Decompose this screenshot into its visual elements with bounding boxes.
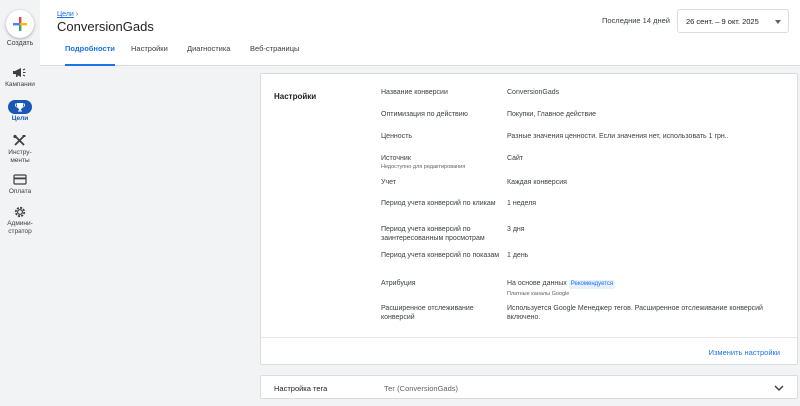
rail-item-label: Инстру- менты (8, 149, 32, 164)
date-range-value: 26 сент. – 9 окт. 2025 (686, 17, 759, 26)
tab-diagnostics[interactable]: Диагностика (187, 44, 230, 66)
setting-value: 3 дня (507, 226, 525, 233)
attribution-subvalue: Платные каналы Google (507, 291, 570, 297)
card-footer: Изменить настройки (261, 337, 797, 365)
megaphone-icon (13, 68, 26, 77)
rail-item-admin[interactable]: Админи- стратор (0, 205, 40, 236)
create-label: Создать (6, 40, 34, 47)
rail-item-tools[interactable]: Инстру- менты (0, 134, 40, 165)
active-pill (8, 100, 32, 114)
setting-key: Учет (381, 179, 396, 186)
setting-key: Период учета конверсий по показам (381, 252, 500, 259)
credit-card-icon (13, 174, 27, 185)
breadcrumb-goals-link[interactable]: Цели (57, 11, 74, 18)
chevron-down-icon[interactable] (774, 384, 784, 392)
trophy-icon (15, 103, 25, 112)
setting-value: 1 день (507, 252, 529, 259)
create-button[interactable] (6, 10, 34, 38)
setting-value: Разные значения ценности. Если значения … (507, 133, 729, 140)
tools-icon (13, 134, 26, 146)
setting-key: Источник Недоступно для редактирования (381, 154, 506, 171)
setting-key: Период учета конверсий по заинтересованн… (381, 226, 485, 242)
setting-value: Покупки, Главное действие (507, 111, 597, 118)
left-rail: Создать Кампании Цели Инстру- менты Опла… (0, 0, 40, 406)
tag-setup-label: Настройка тега (274, 384, 328, 393)
rail-item-label: Админи- стратор (7, 220, 33, 235)
edit-settings-link[interactable]: Изменить настройки (709, 348, 780, 357)
dropdown-caret-icon (775, 20, 781, 24)
setting-key: Атрибуция (381, 280, 416, 287)
recommended-badge: Рекомендуется (568, 280, 616, 289)
tag-setup-value: Тег (ConversionGads) (384, 384, 459, 393)
setting-value: На основе данных Рекомендуется Платные ка… (507, 279, 767, 298)
tab-web-pages[interactable]: Веб-страницы (250, 44, 299, 66)
setting-value: 1 неделя (507, 200, 537, 207)
settings-section-title: Настройки (274, 92, 317, 101)
setting-value: Используется Google Менеджер тегов. Расш… (507, 305, 763, 321)
setting-key: Название конверсии (381, 89, 448, 96)
setting-key-note: Недоступно для редактирования (381, 164, 466, 170)
setting-key: Ценность (381, 133, 413, 140)
rail-item-goals[interactable]: Цели (0, 100, 40, 123)
date-range-picker[interactable]: 26 сент. – 9 окт. 2025 (677, 9, 789, 33)
setting-key: Оптимизация по действию (381, 111, 468, 118)
breadcrumb-chevron-icon: › (75, 11, 79, 18)
gear-icon (14, 206, 26, 218)
tag-setup-row[interactable]: Настройка тега Тег (ConversionGads) (260, 375, 798, 399)
settings-card: Настройки Название конверсии ConversionG… (260, 73, 798, 365)
rail-item-label: Кампании (5, 81, 35, 88)
tab-settings[interactable]: Настройки (131, 44, 168, 66)
rail-item-label: Цели (11, 115, 29, 122)
date-range-label: Последние 14 дней (602, 16, 670, 25)
tab-details[interactable]: Подробности (65, 44, 115, 66)
page-title: ConversionGads (57, 19, 154, 34)
breadcrumb: Цели › (57, 11, 78, 18)
setting-value: Каждая конверсия (507, 179, 567, 186)
rail-item-billing[interactable]: Оплата (0, 173, 40, 196)
setting-key: Период учета конверсий по кликам (381, 200, 496, 207)
rail-item-label: Оплата (8, 188, 32, 195)
setting-key-text: Источник (381, 155, 411, 162)
plus-icon (13, 17, 27, 31)
rail-item-campaigns[interactable]: Кампании (0, 66, 40, 89)
setting-value: Сайт (507, 155, 524, 162)
attribution-value: На основе данных (507, 280, 567, 287)
setting-key: Расширенное отслеживание конверсий (381, 305, 474, 321)
page-header: Цели › ConversionGads Последние 14 дней 2… (40, 0, 800, 66)
setting-value: ConversionGads (507, 89, 560, 96)
